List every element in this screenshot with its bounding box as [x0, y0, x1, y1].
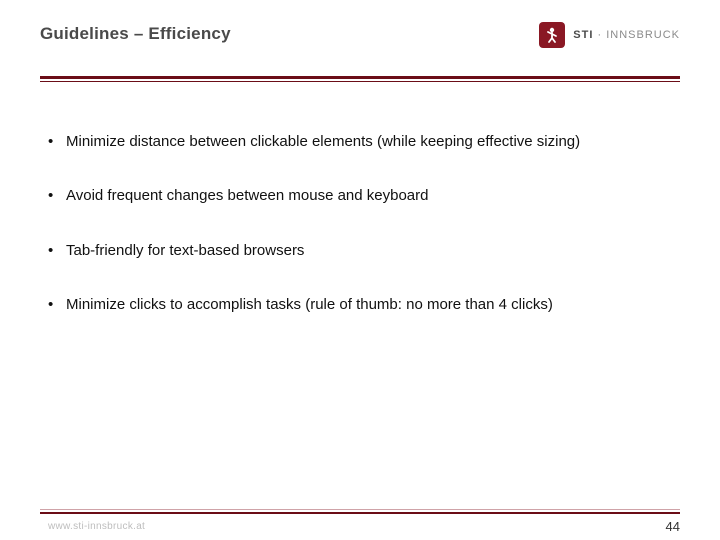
- list-item: • Minimize distance between clickable el…: [48, 132, 672, 152]
- bullet-text: Tab-friendly for text-based browsers: [66, 241, 672, 261]
- sti-person-icon: [539, 22, 565, 48]
- bullet-text: Minimize distance between clickable elem…: [66, 132, 672, 152]
- header-rule-thick: [40, 76, 680, 79]
- bullet-text: Avoid frequent changes between mouse and…: [66, 186, 672, 206]
- footer-rule-thick: [40, 512, 680, 514]
- list-item: • Tab-friendly for text-based browsers: [48, 241, 672, 261]
- bullet-list: • Minimize distance between clickable el…: [48, 132, 672, 315]
- bullet-text: Minimize clicks to accomplish tasks (rul…: [66, 295, 672, 315]
- slide-content: • Minimize distance between clickable el…: [0, 82, 720, 315]
- slide: Guidelines – Efficiency STI · INNSBRUCK …: [0, 0, 720, 540]
- page-number: 44: [666, 519, 680, 534]
- brand-logo: STI · INNSBRUCK: [539, 22, 680, 48]
- footer-rule-thin: [40, 509, 680, 510]
- bullet-icon: •: [48, 295, 66, 315]
- bullet-icon: •: [48, 186, 66, 206]
- footer-site: www.sti-innsbruck.at: [48, 521, 145, 532]
- list-item: • Avoid frequent changes between mouse a…: [48, 186, 672, 206]
- list-item: • Minimize clicks to accomplish tasks (r…: [48, 295, 672, 315]
- brand-text: STI · INNSBRUCK: [573, 29, 680, 41]
- slide-header: Guidelines – Efficiency STI · INNSBRUCK: [0, 0, 720, 72]
- brand-light: INNSBRUCK: [606, 29, 680, 41]
- brand-bold: STI: [573, 29, 593, 41]
- bullet-icon: •: [48, 132, 66, 152]
- bullet-icon: •: [48, 241, 66, 261]
